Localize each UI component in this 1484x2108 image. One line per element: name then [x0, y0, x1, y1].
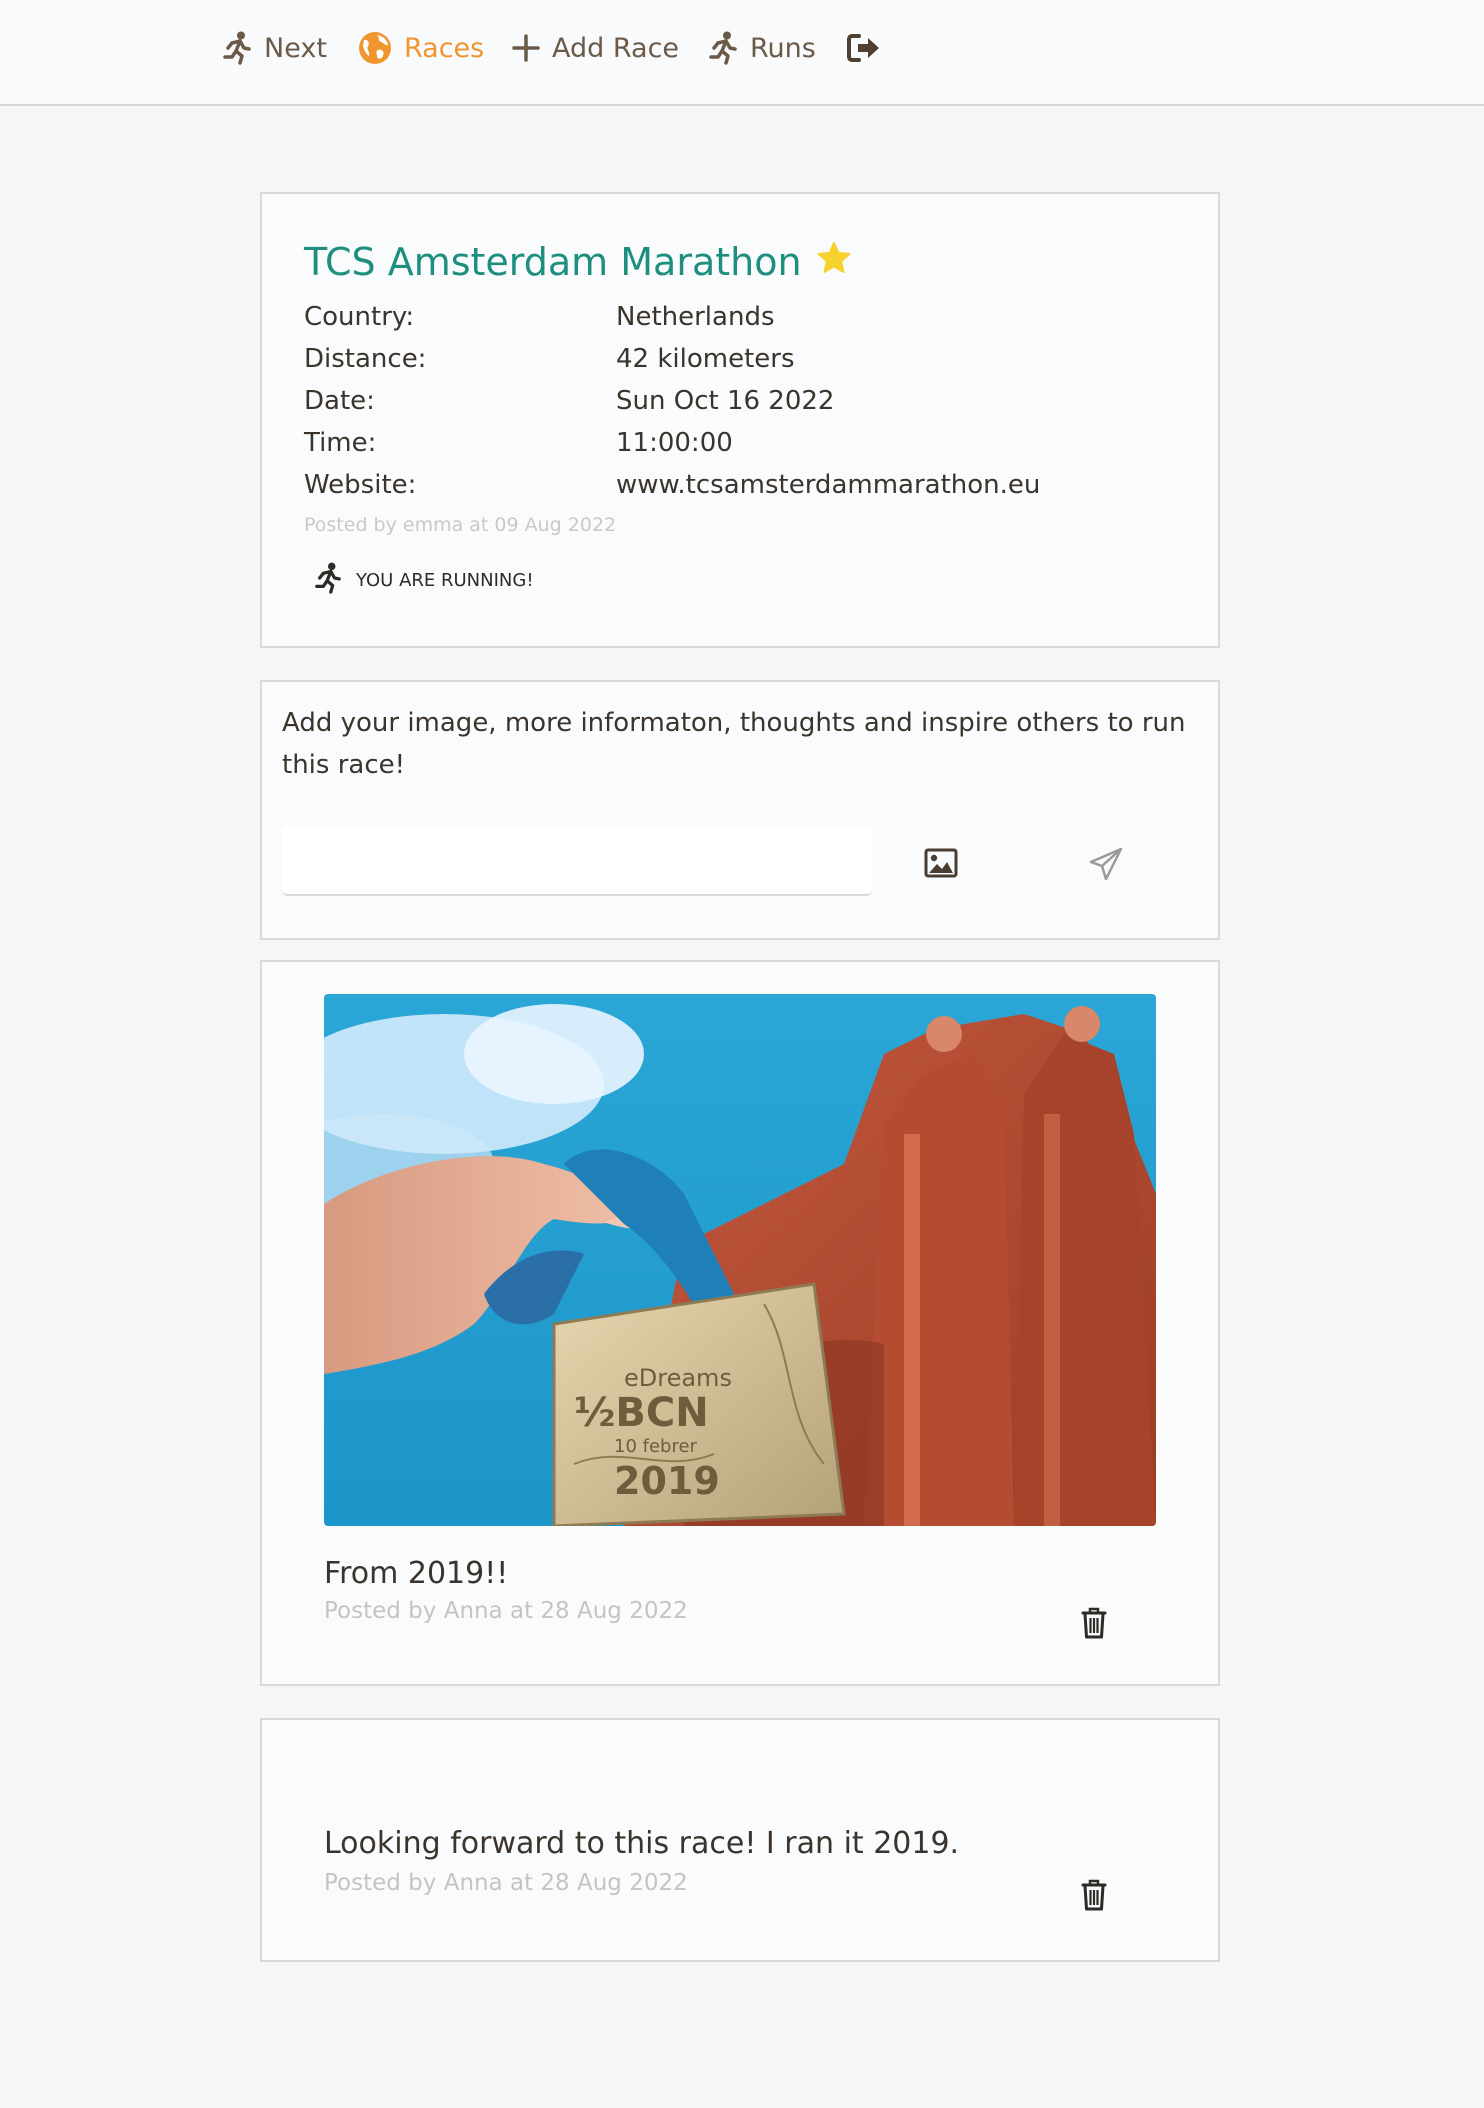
race-title: TCS Amsterdam Marathon: [304, 240, 802, 284]
country-label: Country:: [304, 302, 415, 332]
nav-races[interactable]: Races: [358, 26, 484, 70]
date-value: Sun Oct 16 2022: [616, 386, 835, 416]
star-icon[interactable]: [816, 240, 852, 284]
time-value: 11:00:00: [616, 428, 733, 458]
medal-text-1: eDreams: [624, 1364, 732, 1392]
globe-icon: [358, 31, 392, 65]
post-text: From 2019!!: [324, 1556, 509, 1591]
compose-prompt: Add your image, more informaton, thought…: [282, 708, 1186, 780]
medal-text-2: ½BCN: [574, 1390, 709, 1436]
info-row-distance: Distance: 42 kilometers: [304, 338, 795, 380]
logout-button[interactable]: [846, 26, 882, 70]
running-status-label: YOU ARE RUNNING!: [356, 570, 534, 591]
date-label: Date:: [304, 386, 375, 416]
logout-icon: [846, 33, 882, 63]
medal-text-4: 2019: [614, 1459, 720, 1503]
trash-icon[interactable]: [1080, 1606, 1108, 1644]
nav-add-race[interactable]: Add Race: [512, 26, 679, 70]
top-navbar: Next Races Add Race Runs: [0, 0, 1484, 106]
nav-races-label: Races: [404, 32, 485, 64]
nav-next[interactable]: Next: [222, 26, 327, 70]
post-image: eDreams ½BCN 10 febrer 2019: [324, 994, 1156, 1526]
trash-icon[interactable]: [1080, 1878, 1108, 1916]
plus-icon: [512, 34, 540, 62]
distance-label: Distance:: [304, 344, 427, 374]
runner-icon: [222, 31, 252, 65]
nav-add-race-label: Add Race: [552, 32, 680, 64]
race-details-card: TCS Amsterdam Marathon Country: Netherla…: [260, 192, 1220, 648]
info-row-country: Country: Netherlands: [304, 296, 775, 338]
distance-value: 42 kilometers: [616, 344, 795, 374]
post-card: Looking forward to this race! I ran it 2…: [260, 1718, 1220, 1962]
image-icon[interactable]: [924, 848, 958, 882]
info-row-time: Time: 11:00:00: [304, 422, 733, 464]
running-status[interactable]: YOU ARE RUNNING!: [314, 562, 534, 599]
post-text: Looking forward to this race! I ran it 2…: [324, 1826, 960, 1861]
post-meta: Posted by Anna at 28 Aug 2022: [324, 1870, 688, 1896]
race-posted-meta: Posted by emma at 09 Aug 2022: [304, 514, 617, 536]
medal-text-3: 10 febrer: [614, 1436, 698, 1457]
time-label: Time:: [304, 428, 377, 458]
country-value: Netherlands: [616, 302, 775, 332]
website-label: Website:: [304, 470, 417, 500]
race-title-row: TCS Amsterdam Marathon: [304, 240, 852, 284]
compose-card: Add your image, more informaton, thought…: [260, 680, 1220, 940]
nav-runs[interactable]: Runs: [708, 26, 816, 70]
send-icon[interactable]: [1088, 846, 1124, 886]
nav-next-label: Next: [264, 32, 327, 64]
post-meta: Posted by Anna at 28 Aug 2022: [324, 1598, 688, 1624]
nav-runs-label: Runs: [750, 32, 816, 64]
info-row-website: Website: www.tcsamsterdammarathon.eu: [304, 464, 1040, 506]
post-text-input[interactable]: [282, 826, 872, 896]
runner-icon: [708, 31, 738, 65]
website-link[interactable]: www.tcsamsterdammarathon.eu: [616, 470, 1040, 500]
post-card: eDreams ½BCN 10 febrer 2019 From 2019!! …: [260, 960, 1220, 1686]
runner-icon: [314, 562, 342, 599]
info-row-date: Date: Sun Oct 16 2022: [304, 380, 834, 422]
